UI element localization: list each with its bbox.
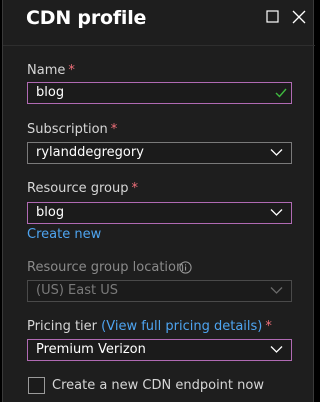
panel-header: CDN profile	[3, 0, 315, 46]
name-input[interactable]: blog	[27, 82, 292, 104]
resource-group-label-text: Resource group	[27, 181, 129, 196]
required-mark: *	[131, 181, 139, 196]
resource-group-location-label: Resource group location	[27, 260, 185, 275]
subscription-label-text: Subscription	[27, 122, 108, 137]
name-label: Name *	[27, 63, 75, 78]
view-pricing-details-link[interactable]: View full pricing details	[106, 319, 257, 334]
link-close-paren: )	[257, 319, 263, 334]
required-mark: *	[68, 63, 75, 78]
maximize-icon[interactable]	[265, 9, 281, 25]
name-label-text: Name	[27, 63, 66, 78]
subscription-value: rylanddegregory	[36, 145, 144, 160]
close-icon[interactable]	[291, 9, 307, 25]
subscription-dropdown[interactable]: rylanddegregory	[27, 142, 292, 164]
create-endpoint-label[interactable]: Create a new CDN endpoint now	[52, 378, 264, 393]
pricing-tier-label: Pricing tier (View full pricing details)…	[27, 319, 272, 334]
resource-group-location-value: (US) East US	[36, 283, 118, 298]
subscription-label: Subscription *	[27, 122, 117, 137]
info-icon[interactable]	[179, 261, 192, 274]
checkmark-icon	[275, 88, 287, 98]
resource-group-location-dropdown: (US) East US	[27, 280, 292, 302]
resource-group-label: Resource group *	[27, 181, 138, 196]
create-new-link[interactable]: Create new	[27, 227, 101, 242]
required-mark: *	[110, 122, 118, 137]
pricing-tier-value: Premium Verizon	[36, 342, 146, 357]
pricing-tier-label-text: Pricing tier	[27, 319, 98, 334]
resource-group-dropdown[interactable]: blog	[27, 202, 292, 224]
chevron-down-icon	[270, 209, 283, 216]
chevron-down-icon	[270, 149, 283, 156]
resource-group-value: blog	[36, 205, 65, 220]
create-endpoint-checkbox[interactable]	[28, 377, 45, 394]
name-value: blog	[36, 85, 65, 100]
panel-title: CDN profile	[26, 7, 147, 29]
cdn-profile-panel: CDN profile Name * blog Subscription * ryl…	[2, 0, 315, 402]
chevron-down-icon	[270, 346, 283, 353]
chevron-down-icon	[270, 287, 283, 294]
pricing-tier-dropdown[interactable]: Premium Verizon	[27, 339, 292, 361]
required-mark: *	[265, 319, 272, 334]
